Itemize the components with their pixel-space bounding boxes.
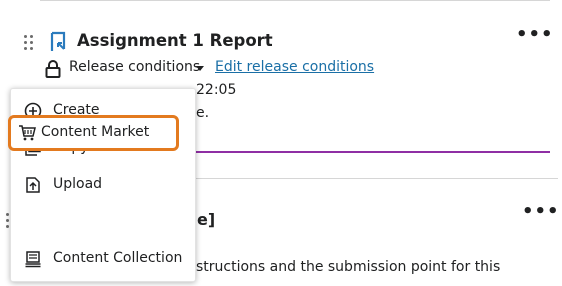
assignment-icon <box>49 31 67 53</box>
top-divider <box>40 0 550 1</box>
item-description: structions and the submission point for … <box>196 259 501 275</box>
more-options-icon[interactable]: ••• <box>516 26 554 44</box>
cart-icon <box>18 124 36 142</box>
menu-item-label: Content Market <box>41 124 150 140</box>
more-options-icon[interactable]: ••• <box>522 203 560 221</box>
collection-icon <box>24 250 42 268</box>
menu-item-label: Upload <box>53 176 103 192</box>
item-title[interactable]: Assignment 1 Report <box>77 31 273 50</box>
menu-item-content-market[interactable]: Content Market <box>8 115 179 151</box>
menu-item-label: Content Collection <box>53 250 183 266</box>
release-conditions-toggle[interactable]: Release conditions <box>69 59 200 75</box>
description-fragment: e. <box>196 105 210 121</box>
accent-divider <box>196 151 550 153</box>
menu-item-upload[interactable]: Upload <box>11 168 197 202</box>
menu-item-content-collection[interactable]: Content Collection <box>11 242 197 276</box>
item-divider <box>196 178 558 179</box>
lock-icon <box>45 60 61 78</box>
edit-release-conditions-link[interactable]: Edit release conditions <box>215 59 374 75</box>
chevron-down-icon[interactable] <box>196 66 204 71</box>
upload-icon <box>24 176 42 194</box>
item-title[interactable]: e] <box>197 210 215 229</box>
drag-handle-icon[interactable] <box>24 35 36 51</box>
date-fragment: 22:05 <box>196 82 237 98</box>
